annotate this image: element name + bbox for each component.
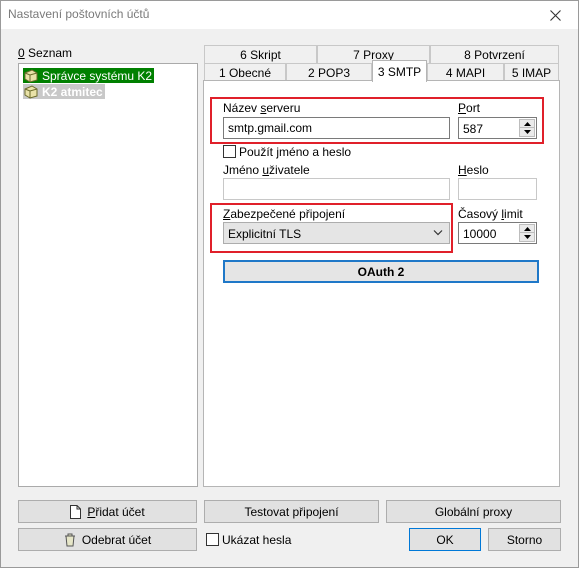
new-document-icon	[70, 504, 82, 519]
account-icon	[24, 84, 38, 99]
window-title: Nastavení poštovních účtů	[8, 7, 150, 21]
mail-accounts-dialog: Nastavení poštovních účtů 0 Seznam Správ…	[0, 0, 579, 568]
remove-account-label: Odebrat účet	[81, 532, 152, 547]
username-label: Jméno uživatele	[223, 163, 310, 177]
show-passwords-checkbox[interactable]	[206, 533, 219, 546]
account-list-label: 0 Seznam	[18, 46, 73, 60]
smtp-panel	[203, 80, 560, 487]
title-bar: Nastavení poštovních účtů	[1, 1, 578, 29]
trash-icon	[64, 533, 76, 547]
secure-connection-label: Zabezpečené připojení	[223, 207, 346, 221]
global-proxy-button[interactable]: Globální proxy	[386, 500, 561, 523]
spin-up-icon[interactable]	[519, 119, 535, 128]
close-icon	[549, 9, 561, 21]
use-name-password-checkbox[interactable]	[223, 145, 236, 158]
account-icon	[24, 68, 38, 83]
show-passwords-label: Ukázat hesla	[222, 533, 292, 547]
chevron-down-icon	[433, 230, 443, 236]
tab-confirmation[interactable]: 8 Potvrzení	[430, 45, 559, 64]
close-button[interactable]	[532, 1, 578, 29]
list-item-label: K2 atmitec	[42, 84, 103, 99]
remove-account-button[interactable]: Odebrat účet	[18, 528, 197, 551]
password-label: Heslo	[458, 163, 489, 177]
cancel-button[interactable]: Storno	[488, 528, 561, 551]
server-name-label: Název serveru	[223, 101, 301, 115]
list-item[interactable]: K2 atmitec	[23, 84, 105, 99]
timeout-value: 10000	[463, 227, 497, 241]
spin-down-icon[interactable]	[519, 233, 535, 242]
oauth2-button[interactable]: OAuth 2	[223, 260, 539, 283]
use-name-password-label: Použít jméno a heslo	[239, 145, 352, 159]
secure-connection-value: Explicitní TLS	[228, 227, 302, 241]
port-spinner[interactable]: 587	[458, 117, 537, 139]
list-item[interactable]: Správce systému K2	[23, 68, 155, 83]
add-account-button[interactable]: Přidat účet	[18, 500, 197, 523]
timeout-spinner[interactable]: 10000	[458, 222, 537, 244]
server-name-input[interactable]: smtp.gmail.com	[223, 117, 450, 139]
port-label: Port	[458, 101, 481, 115]
timeout-label: Časový limit	[458, 207, 523, 221]
test-connection-button[interactable]: Testovat připojení	[204, 500, 379, 523]
secure-connection-select[interactable]: Explicitní TLS	[223, 222, 450, 244]
spin-down-icon[interactable]	[519, 128, 535, 137]
list-item-label: Správce systému K2	[42, 68, 153, 83]
tab-smtp[interactable]: 3 SMTP	[372, 60, 427, 82]
port-value: 587	[463, 122, 484, 136]
username-input[interactable]	[223, 178, 450, 200]
tab-script[interactable]: 6 Skript	[204, 45, 317, 64]
account-list[interactable]: Správce systému K2 K2 atmitec	[18, 63, 198, 487]
password-input[interactable]	[458, 178, 537, 200]
spin-up-icon[interactable]	[519, 224, 535, 233]
ok-button[interactable]: OK	[409, 528, 481, 551]
